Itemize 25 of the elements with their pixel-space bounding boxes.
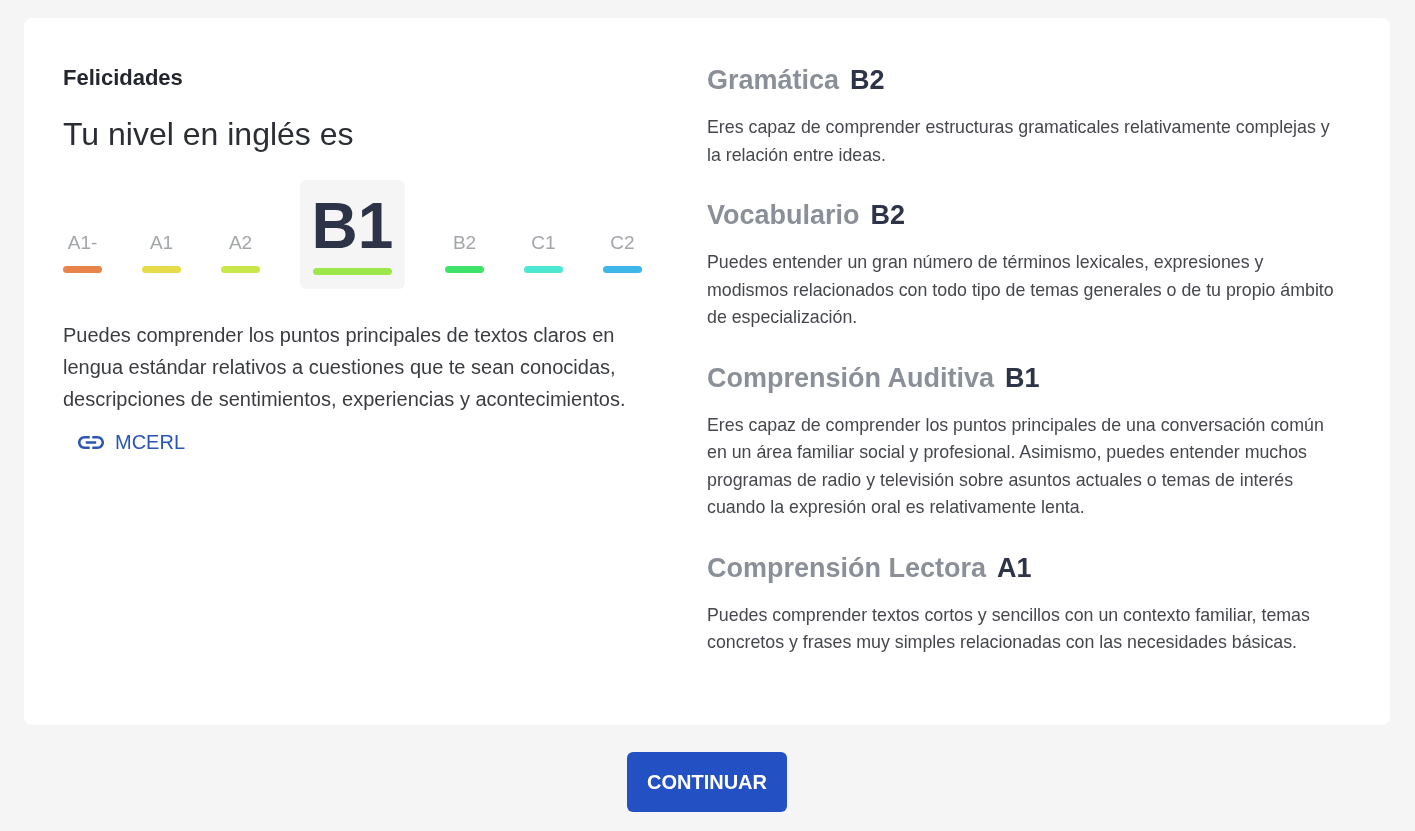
continue-button[interactable]: CONTINUAR — [627, 752, 787, 812]
skill-name: Comprensión Lectora — [707, 552, 987, 583]
link-icon — [78, 435, 104, 449]
level-label: B1 — [311, 190, 394, 262]
skill-name: Gramática — [707, 65, 840, 95]
level-label: A1- — [67, 232, 98, 254]
level-label: B2 — [452, 232, 477, 254]
level-label: C2 — [610, 232, 635, 254]
skill-description: Eres capaz de comprender los puntos principales de una conversación común en un área familiar social y profesional. Asimismo, puedes entender muchos programas de radio y televisión sobre asuntos actuales o temas de interés cuando la expresión oral es relativamente lenta. — [707, 413, 1325, 519]
level-label: C1 — [531, 232, 556, 254]
skill-description: Eres capaz de comprender estructuras gramaticales relativamente complejas y la relación entre ideas. — [707, 116, 1331, 167]
skill-description: Puedes comprender textos cortos y sencillos con un contexto familiar, temas concretos y frases muy simples relacionadas con las necesidades básicas. — [707, 603, 1311, 654]
level-description: Puedes comprender los puntos principales de textos claros en lengua estándar relativos a cuestiones que te sean conocidas, descripciones de sentimientos, experiencias y acontecimientos. — [63, 323, 627, 412]
skill-grade: B2 — [870, 200, 906, 230]
skill-description: Puedes entender un gran número de términos lexicales, expresiones y modismos relacionados con todo tipo de temas generales o de tu propio ámbito de especialización. — [707, 251, 1335, 329]
reference-link[interactable]: MCERL — [78, 430, 185, 454]
skill-name: Comprensión Auditiva — [707, 362, 995, 393]
greeting-text: Felicidades — [63, 64, 183, 92]
skill-name: Vocabulario — [707, 200, 860, 230]
skill-grade: B2 — [850, 65, 885, 95]
level-heading: Tu nivel en inglés es — [63, 115, 354, 154]
skill-grade: A1 — [997, 552, 1032, 583]
level-label: A1 — [149, 232, 174, 254]
level-label: A2 — [228, 232, 253, 254]
skill-grade: B1 — [1005, 362, 1040, 393]
